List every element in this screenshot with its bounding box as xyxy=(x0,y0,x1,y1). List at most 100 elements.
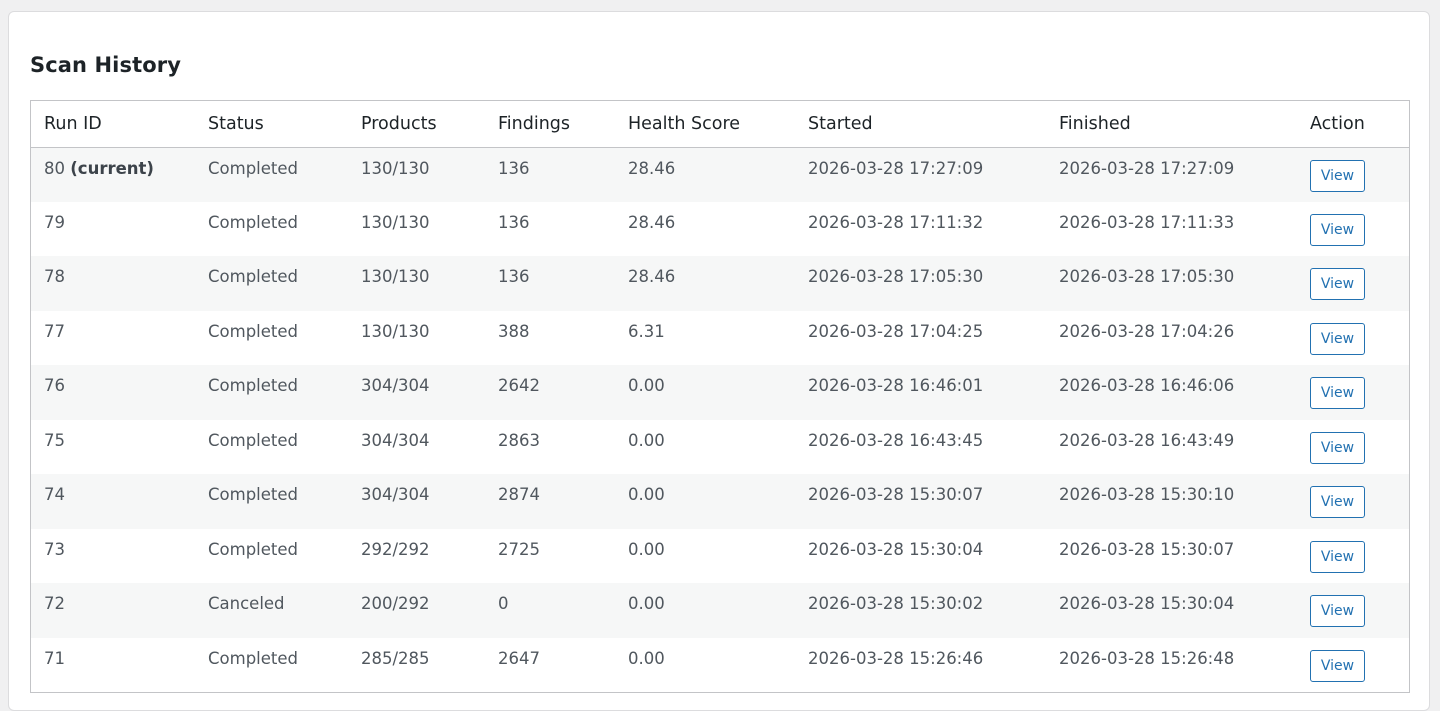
finished-cell: 2026-03-28 17:27:09 xyxy=(1059,158,1235,178)
run-id-cell: 72 xyxy=(31,583,195,638)
run-id-cell: 71 xyxy=(31,638,195,693)
run-id-cell: 74 xyxy=(31,474,195,529)
started-cell: 2026-03-28 15:30:07 xyxy=(808,485,984,504)
health-score-cell: 0.00 xyxy=(628,648,665,668)
status-cell: Completed xyxy=(208,267,298,286)
run-id-cell: 75 xyxy=(31,420,195,475)
run-id-cell: 78 xyxy=(31,256,195,311)
run-id-value: 80 xyxy=(44,158,65,178)
health-score-cell: 0.00 xyxy=(628,430,665,450)
run-id-cell: 73 xyxy=(31,529,195,584)
view-button[interactable]: View xyxy=(1310,431,1365,464)
run-id-value: 75 xyxy=(44,430,65,450)
table-row: 74 Completed 304/304 2874 0.00 2026-03-2… xyxy=(31,474,1409,529)
started-cell: 2026-03-28 15:26:46 xyxy=(808,648,984,668)
view-button[interactable]: View xyxy=(1310,322,1365,355)
run-id-value: 74 xyxy=(44,485,65,504)
table-row: 79 Completed 130/130 136 28.46 2026-03-2… xyxy=(31,201,1409,256)
status-cell: Completed xyxy=(208,321,298,341)
products-cell: 292/292 xyxy=(361,539,430,559)
status-cell: Completed xyxy=(208,376,298,395)
findings-cell: 2725 xyxy=(498,539,540,559)
run-id-value: 77 xyxy=(44,321,65,341)
status-cell: Completed xyxy=(208,648,298,668)
started-cell: 2026-03-28 15:30:04 xyxy=(808,539,984,559)
table-body: 80 (current) Completed 130/130 136 28.46… xyxy=(31,147,1409,693)
started-cell: 2026-03-28 16:43:45 xyxy=(808,430,984,450)
run-id-cell: 77 xyxy=(31,311,195,366)
view-button[interactable]: View xyxy=(1310,595,1365,627)
findings-cell: 136 xyxy=(498,158,530,178)
action-cell: View xyxy=(1297,256,1409,311)
run-id-cell: 80 (current) xyxy=(31,147,195,202)
products-cell: 200/292 xyxy=(361,594,430,613)
view-button[interactable]: View xyxy=(1310,268,1365,300)
action-cell: View xyxy=(1297,147,1409,202)
products-cell: 285/285 xyxy=(361,648,430,668)
started-cell: 2026-03-28 15:30:02 xyxy=(808,594,984,613)
health-score-cell: 0.00 xyxy=(628,485,665,504)
status-cell: Completed xyxy=(208,212,298,232)
finished-cell: 2026-03-28 16:43:49 xyxy=(1059,430,1235,450)
scan-history-table: Run ID Status Products Findings Health S… xyxy=(31,101,1409,693)
table-row: 80 (current) Completed 130/130 136 28.46… xyxy=(31,147,1409,202)
action-cell: View xyxy=(1297,311,1409,366)
column-header-finished: Finished xyxy=(1046,101,1297,148)
table-row: 71 Completed 285/285 2647 0.00 2026-03-2… xyxy=(31,637,1409,693)
started-cell: 2026-03-28 16:46:01 xyxy=(808,376,984,395)
findings-cell: 136 xyxy=(498,212,530,232)
view-button[interactable]: View xyxy=(1310,159,1365,192)
header-row: Run ID Status Products Findings Health S… xyxy=(31,101,1409,148)
run-id-value: 76 xyxy=(44,376,65,395)
finished-cell: 2026-03-28 17:05:30 xyxy=(1059,267,1235,286)
products-cell: 304/304 xyxy=(361,430,430,450)
started-cell: 2026-03-28 17:05:30 xyxy=(808,267,984,286)
table-row: 77 Completed 130/130 388 6.31 2026-03-28… xyxy=(31,310,1409,366)
run-id-cell: 76 xyxy=(31,365,195,420)
health-score-cell: 6.31 xyxy=(628,321,665,341)
finished-cell: 2026-03-28 16:46:06 xyxy=(1059,376,1235,395)
started-cell: 2026-03-28 17:04:25 xyxy=(808,321,984,341)
table-header: Run ID Status Products Findings Health S… xyxy=(31,101,1409,148)
table-row: 78 Completed 130/130 136 28.46 2026-03-2… xyxy=(31,256,1409,311)
table-row: 72 Canceled 200/292 0 0.00 2026-03-28 15… xyxy=(31,583,1409,638)
view-button[interactable]: View xyxy=(1310,377,1365,409)
products-cell: 304/304 xyxy=(361,376,430,395)
started-cell: 2026-03-28 17:11:32 xyxy=(808,212,984,232)
products-cell: 130/130 xyxy=(361,321,430,341)
finished-cell: 2026-03-28 15:26:48 xyxy=(1059,648,1235,668)
view-button[interactable]: View xyxy=(1310,540,1365,573)
column-header-started: Started xyxy=(795,101,1046,148)
products-cell: 130/130 xyxy=(361,212,430,232)
run-id-value: 72 xyxy=(44,594,65,613)
finished-cell: 2026-03-28 17:11:33 xyxy=(1059,212,1235,232)
view-button[interactable]: View xyxy=(1310,486,1365,518)
view-button[interactable]: View xyxy=(1310,649,1365,682)
products-cell: 130/130 xyxy=(361,267,430,286)
view-button[interactable]: View xyxy=(1310,213,1365,246)
run-id-value: 71 xyxy=(44,648,65,668)
scan-history-table-wrapper: Run ID Status Products Findings Health S… xyxy=(30,100,1410,693)
column-header-products: Products xyxy=(348,101,485,148)
status-cell: Canceled xyxy=(208,594,285,613)
column-header-health-score: Health Score xyxy=(615,101,795,148)
health-score-cell: 28.46 xyxy=(628,212,676,232)
panel-title: Scan History xyxy=(30,53,181,77)
column-header-action: Action xyxy=(1297,101,1409,148)
started-cell: 2026-03-28 17:27:09 xyxy=(808,158,984,178)
action-cell: View xyxy=(1297,529,1409,584)
finished-cell: 2026-03-28 15:30:07 xyxy=(1059,539,1235,559)
findings-cell: 2647 xyxy=(498,648,540,668)
findings-cell: 388 xyxy=(498,321,530,341)
action-cell: View xyxy=(1297,583,1409,638)
health-score-cell: 0.00 xyxy=(628,594,665,613)
action-cell: View xyxy=(1297,638,1409,693)
findings-cell: 0 xyxy=(498,594,509,613)
column-header-run-id: Run ID xyxy=(31,101,195,148)
table-row: 76 Completed 304/304 2642 0.00 2026-03-2… xyxy=(31,365,1409,420)
run-id-value: 79 xyxy=(44,212,65,232)
action-cell: View xyxy=(1297,365,1409,420)
health-score-cell: 0.00 xyxy=(628,539,665,559)
action-cell: View xyxy=(1297,474,1409,529)
status-cell: Completed xyxy=(208,539,298,559)
